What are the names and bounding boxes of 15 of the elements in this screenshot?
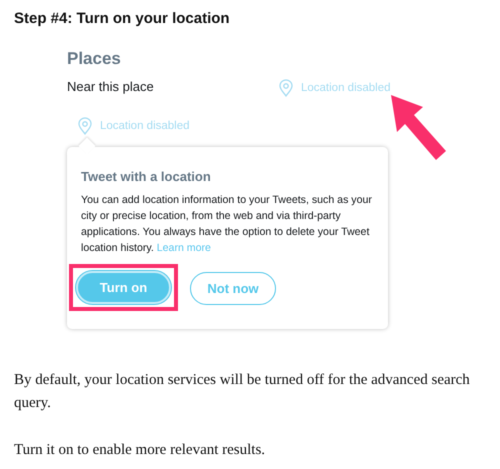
turn-on-button[interactable]: Turn on [76,271,171,304]
popover-title: Tweet with a location [81,169,212,184]
popover-text: You can add location information to your Tweets, such as your city or precise location, from the web and via third-party applications. You always have the option to delete your Tweet location history. Learn more [81,193,373,256]
location-status-link[interactable]: Location disabled [100,120,190,132]
body-paragraph: Turn it on to enable more relevant results. [14,441,266,460]
step-heading: Step #4: Turn on your location [14,10,231,27]
near-label: Near this place [67,78,155,94]
location-status-link[interactable]: Location disabled [301,82,391,94]
body-paragraph: By default, your location services will be turned off for the advanced search query. [14,371,471,413]
location-pin-icon [279,79,293,97]
not-now-button[interactable]: Not now [190,272,276,305]
places-title: Places [67,49,122,69]
learn-more-link[interactable]: Learn more [156,242,211,254]
arrow-icon [389,93,449,163]
location-pin-icon [78,117,92,135]
